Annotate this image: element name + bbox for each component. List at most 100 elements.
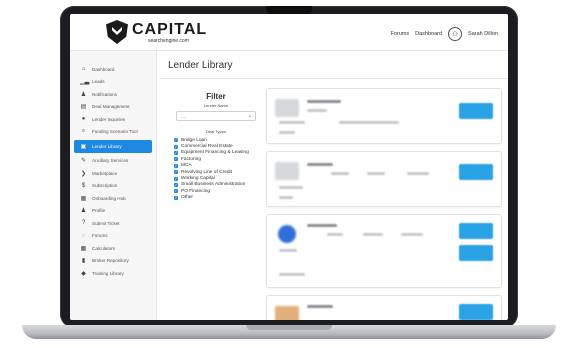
- blurred-text: [327, 233, 343, 236]
- lender-action-button[interactable]: [459, 103, 493, 119]
- deal-type-label: Factoring: [181, 156, 201, 162]
- check-icon: ✓: [174, 176, 178, 181]
- sidebar-item-label: Profile: [92, 208, 106, 214]
- lender-card[interactable]: [266, 214, 502, 288]
- lender-logo: [275, 306, 299, 320]
- sidebar-item-label: Calculators: [92, 245, 115, 251]
- sidebar-item-funding-scenario-tool[interactable]: ⌕ Funding Scenario Tool: [70, 126, 156, 139]
- sidebar-item-label: Funding Scenario Tool: [92, 129, 138, 135]
- deal-type-checkbox[interactable]: ✓ Other: [174, 195, 258, 201]
- dollar-icon: $: [81, 182, 86, 189]
- lender-logo: [275, 99, 299, 117]
- blurred-text: [279, 249, 297, 252]
- laptop-base: [22, 325, 556, 339]
- sidebar-item-label: Onboarding Hub: [92, 195, 126, 201]
- sidebar-item-label: Training Library: [92, 270, 124, 276]
- deal-type-label: Small Business Administration: [181, 182, 246, 188]
- calculator-icon: ▦: [80, 245, 87, 252]
- deal-type-label: Working Capital: [181, 176, 215, 182]
- sidebar-item-notifications[interactable]: ♟ Notifications: [70, 88, 156, 101]
- sidebar-item-label: Leads: [92, 79, 105, 85]
- lender-name-value: ----: [181, 114, 187, 119]
- blurred-text: [307, 109, 327, 112]
- sidebar-item-leads[interactable]: ▁▃ Leads: [70, 76, 156, 89]
- sidebar-item-training-library[interactable]: ◆ Training Library: [70, 267, 156, 280]
- sidebar-item-label: Lender Library: [92, 143, 122, 149]
- check-icon: ✓: [174, 163, 178, 168]
- bell-icon: ♟: [80, 91, 87, 98]
- check-icon: ✓: [174, 182, 178, 187]
- chevron-icon: ❯: [80, 170, 87, 177]
- title-divider: [160, 78, 508, 79]
- page-title: Lender Library: [168, 60, 233, 71]
- top-bar: CAPITAL searchengine.com Forums Dashboar…: [70, 14, 508, 51]
- lender-action-button[interactable]: [459, 164, 493, 180]
- clipboard-icon: ▤: [80, 104, 87, 111]
- filter-panel: Filter Lender Name ---- ⌄ Deal Types ✓ Br…: [174, 92, 258, 320]
- lender-name-select[interactable]: ---- ⌄: [176, 111, 256, 121]
- sidebar-item-submit-ticket[interactable]: ? Submit Ticket: [70, 217, 156, 230]
- laptop-lid: CAPITAL searchengine.com Forums Dashboar…: [60, 6, 518, 328]
- lender-logo: [278, 225, 296, 243]
- sidebar-item-label: Marketplace: [92, 170, 118, 176]
- deal-type-label: Equipment Financing & Leasing: [181, 150, 249, 156]
- avatar[interactable]: ⚇: [448, 27, 463, 41]
- app-screen: CAPITAL searchengine.com Forums Dashboar…: [70, 14, 508, 320]
- blurred-text: [279, 273, 305, 276]
- blurred-lender-name: [307, 305, 333, 308]
- sidebar-item-subscription[interactable]: $ Subscription: [70, 180, 156, 193]
- laptop-opening-groove: [246, 325, 332, 330]
- graduation-icon: ◆: [81, 270, 86, 277]
- blurred-text: [279, 121, 305, 124]
- filter-heading: Filter: [206, 92, 226, 101]
- deal-type-label: Commercial Real Estate: [181, 144, 233, 150]
- lender-action-button[interactable]: [459, 304, 493, 320]
- check-icon: ✓: [174, 189, 178, 194]
- deal-type-label: PO Financing: [181, 188, 211, 194]
- sidebar-item-marketplace[interactable]: ❯ Marketplace: [70, 167, 156, 180]
- blurred-text: [339, 121, 399, 124]
- lender-logo: [275, 162, 299, 180]
- blurred-text: [363, 233, 383, 236]
- deal-type-label: MCA: [181, 163, 192, 169]
- blurred-text: [401, 233, 423, 236]
- chart-icon: ▁▃: [80, 79, 90, 86]
- camera-notch: [266, 6, 312, 14]
- sidebar-item-label: Ancillary Services: [92, 158, 129, 164]
- sidebar-item-calculators[interactable]: ▦ Calculators: [70, 242, 156, 255]
- sidebar-item-broker-repository[interactable]: ▮ Broker Repository: [70, 255, 156, 268]
- lender-action-button[interactable]: [459, 223, 493, 239]
- chevron-down-icon: ⌄: [247, 113, 252, 119]
- nav-dashboard[interactable]: Dashboard: [415, 31, 442, 37]
- sidebar-item-label: Lender Inquiries: [92, 116, 125, 122]
- sidebar-item-forums[interactable]: ◌ Forums: [70, 230, 156, 243]
- top-nav: Forums Dashboard ⚇ Sarah Dillon: [390, 27, 498, 41]
- lender-card[interactable]: [266, 295, 502, 320]
- check-icon: ✓: [174, 144, 178, 149]
- sidebar-item-label: Deal Management: [92, 104, 130, 110]
- sidebar-item-ancillary-services[interactable]: ✎ Ancillary Services: [70, 155, 156, 168]
- question-icon: ?: [81, 220, 86, 227]
- lender-card[interactable]: [266, 88, 502, 144]
- nav-forums[interactable]: Forums: [390, 31, 409, 37]
- deal-type-checkbox[interactable]: ✓ Equipment Financing & Leasing: [174, 150, 258, 156]
- lender-card[interactable]: [266, 151, 502, 207]
- blurred-lender-name: [307, 163, 333, 166]
- user-name[interactable]: Sarah Dillon: [468, 31, 498, 37]
- home-icon: ⌂: [81, 66, 86, 73]
- blurred-text: [279, 131, 295, 134]
- brand-name[interactable]: CAPITAL: [132, 21, 207, 39]
- sidebar-item-lender-library[interactable]: ▣ Lender Library: [74, 140, 152, 153]
- lender-secondary-button[interactable]: [459, 245, 493, 261]
- wrench-icon: ✎: [80, 158, 87, 165]
- sidebar-item-lender-inquiries[interactable]: ● Lender Inquiries: [70, 113, 156, 126]
- sidebar-item-label: Broker Repository: [92, 258, 129, 264]
- deal-type-label: Other: [181, 195, 193, 201]
- sidebar-item-deal-management[interactable]: ▤ Deal Management: [70, 101, 156, 114]
- sidebar-item-profile[interactable]: ♟ Profile: [70, 205, 156, 218]
- capital-logo-icon[interactable]: [106, 20, 128, 44]
- calendar-icon: ▦: [80, 195, 87, 202]
- sidebar-item-label: Notifications: [92, 91, 118, 97]
- sidebar-item-dashboard[interactable]: ⌂ Dashboard: [70, 63, 156, 76]
- sidebar-item-onboarding-hub[interactable]: ▦ Onboarding Hub: [70, 192, 156, 205]
